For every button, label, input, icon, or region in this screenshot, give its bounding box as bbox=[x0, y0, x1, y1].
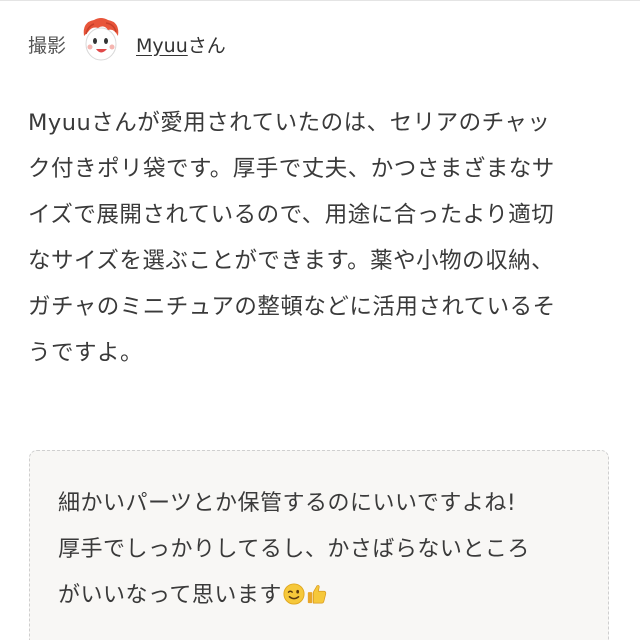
author-suffix: さん bbox=[187, 34, 226, 57]
paragraph-line: ク付きポリ袋です。厚手で丈夫、かつさまざまなサ bbox=[28, 156, 555, 182]
author-avatar-icon[interactable] bbox=[76, 14, 126, 64]
paragraph-line: ガチャのミニチュアの整頓などに活用されているそ bbox=[28, 294, 556, 320]
paragraph-line: うですよ。 bbox=[28, 340, 144, 366]
top-divider bbox=[0, 0, 640, 1]
comment-line-last: がいいなって思います bbox=[58, 573, 588, 619]
paragraph-line: イズで展開されているので、用途に合ったより適切 bbox=[28, 202, 555, 228]
user-comment-box: 細かいパーツとか保管するのにいいですよね! 厚手でしっかりしてるし、かさばらない… bbox=[29, 450, 609, 640]
author-name[interactable]: Myuu bbox=[136, 35, 188, 57]
article-paragraph: Myuuさんが愛用されていたのは、セリアのチャッ ク付きポリ袋です。厚手で丈夫、… bbox=[28, 100, 618, 376]
credit-label: 撮影 bbox=[28, 34, 67, 57]
photo-credit: 撮影 Myuuさん bbox=[28, 18, 226, 66]
thumbs-up-icon bbox=[307, 585, 327, 604]
paragraph-line: Myuuさんが愛用されていたのは、セリアのチャッ bbox=[28, 110, 551, 136]
wink-face-icon bbox=[283, 583, 305, 605]
comment-line: 厚手でしっかりしてるし、かさばらないところ bbox=[58, 537, 530, 562]
comment-text: 細かいパーツとか保管するのにいいですよね! 厚手でしっかりしてるし、かさばらない… bbox=[58, 481, 588, 619]
paragraph-line: なサイズを選ぶことができます。薬や小物の収納、 bbox=[28, 248, 555, 274]
comment-line: がいいなって思います bbox=[58, 583, 282, 608]
comment-line: 細かいパーツとか保管するのにいいですよね! bbox=[58, 491, 517, 516]
author-link[interactable]: Myuuさん bbox=[136, 31, 226, 58]
